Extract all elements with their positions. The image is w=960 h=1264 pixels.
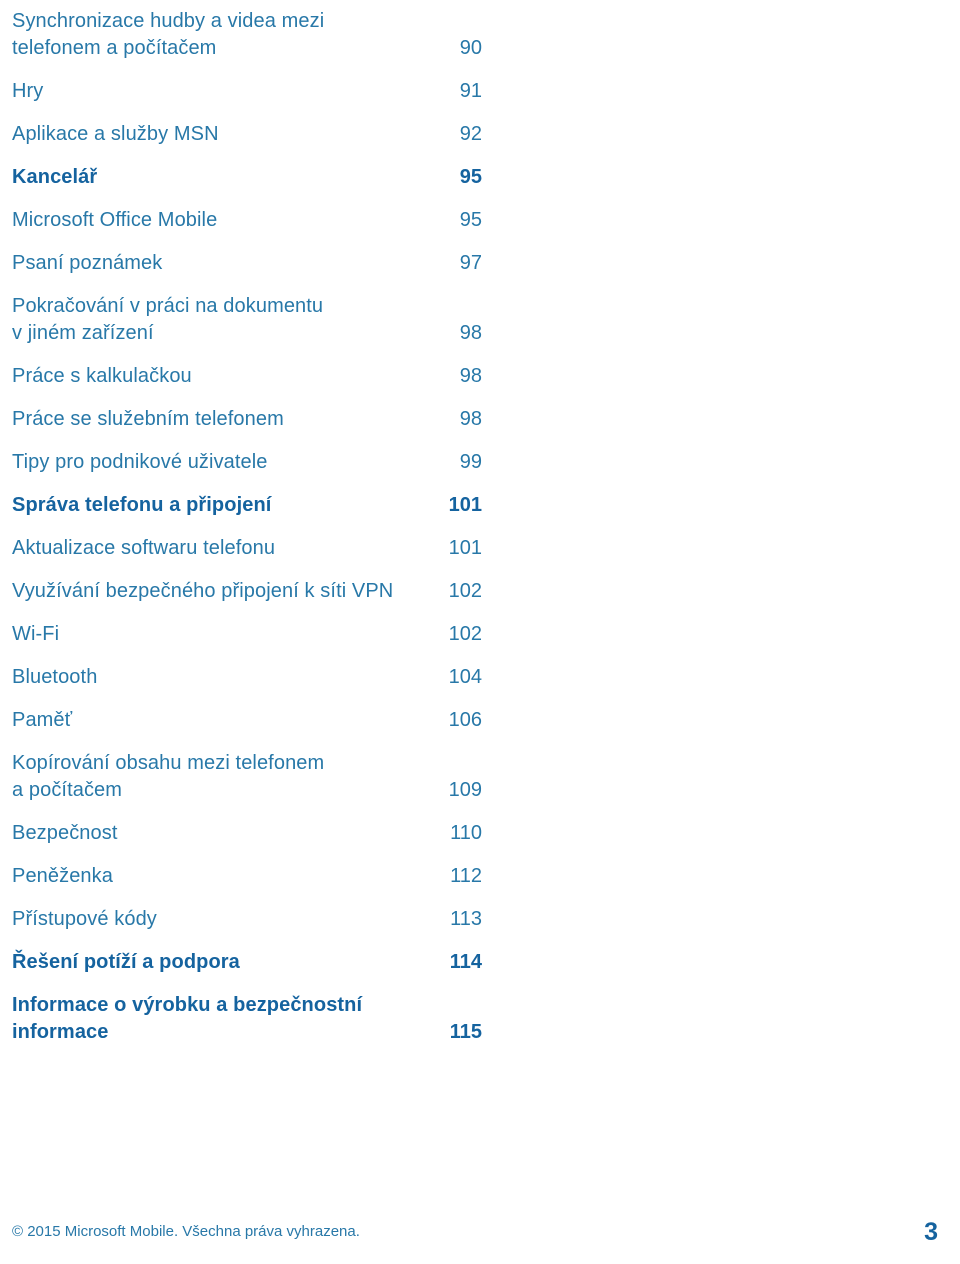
toc-entry-label: Aplikace a služby MSN: [12, 123, 219, 145]
toc-entry-page-number: 102: [448, 623, 482, 645]
toc-entry-label: Práce se služebním telefonem: [12, 408, 284, 430]
toc-entry-label: Kancelář: [12, 166, 98, 188]
page-number: 3: [924, 1218, 938, 1246]
toc-entry-page-number: 115: [449, 1021, 482, 1043]
toc-entry-page-number: 90: [459, 37, 482, 59]
copyright-notice: © 2015 Microsoft Mobile. Všechna práva v…: [12, 1223, 360, 1240]
toc-entry-page-number: 98: [459, 322, 482, 344]
toc-section-heading[interactable]: Kancelář 95: [12, 164, 482, 191]
toc-section-heading[interactable]: Řešení potíží a podpora 114: [12, 949, 482, 976]
toc-entry-page-number: 92: [459, 123, 482, 145]
toc-entry-label: Tipy pro podnikové uživatele: [12, 451, 268, 473]
toc-entry[interactable]: Microsoft Office Mobile 95: [12, 207, 482, 234]
toc-entry-label: Peněženka: [12, 865, 113, 887]
toc-entry-page-number: 106: [448, 709, 482, 731]
toc-entry-label: Bluetooth: [12, 666, 98, 688]
toc-entry-label: Informace o výrobku a bezpečnostní infor…: [12, 994, 363, 1043]
toc-entry-page-number: 112: [450, 865, 482, 887]
toc-entry-label: Využívání bezpečného připojení k síti VP…: [12, 580, 394, 602]
toc-entry-label: Wi-Fi: [12, 623, 60, 645]
toc-entry-label: Přístupové kódy: [12, 908, 157, 930]
toc-entry-label: Správa telefonu a připojení: [12, 494, 272, 516]
toc-entry[interactable]: Pokračování v práci na dokumentu v jiném…: [12, 293, 482, 347]
toc-entry-page-number: 102: [448, 580, 482, 602]
toc-entry[interactable]: Synchronizace hudby a videa mezi telefon…: [12, 8, 482, 62]
toc-entry-label: Synchronizace hudby a videa mezi telefon…: [12, 10, 325, 59]
page-footer: © 2015 Microsoft Mobile. Všechna práva v…: [12, 1212, 948, 1246]
toc-entry-page-number: 104: [448, 666, 482, 688]
toc-entry-label: Microsoft Office Mobile: [12, 209, 218, 231]
toc-entry-page-number: 114: [449, 951, 482, 973]
toc-entry-label: Práce s kalkulačkou: [12, 365, 192, 387]
toc-entry-page-number: 98: [459, 408, 482, 430]
toc-entry[interactable]: Práce se služebním telefonem 98: [12, 406, 482, 433]
toc-entry-page-number: 101: [448, 537, 482, 559]
table-of-contents: Synchronizace hudby a videa mezi telefon…: [12, 8, 482, 1062]
toc-entry-page-number: 99: [459, 451, 482, 473]
toc-section-heading[interactable]: Informace o výrobku a bezpečnostní infor…: [12, 992, 482, 1046]
toc-entry[interactable]: Aplikace a služby MSN 92: [12, 121, 482, 148]
toc-entry-page-number: 95: [459, 209, 482, 231]
toc-entry-label: Bezpečnost: [12, 822, 118, 844]
toc-entry-label: Řešení potíží a podpora: [12, 951, 240, 973]
toc-entry[interactable]: Přístupové kódy 113: [12, 906, 482, 933]
toc-entry-page-number: 109: [448, 779, 482, 801]
toc-entry-label: Paměť: [12, 709, 73, 731]
toc-entry[interactable]: Paměť 106: [12, 707, 482, 734]
toc-entry[interactable]: Využívání bezpečného připojení k síti VP…: [12, 578, 482, 605]
toc-entry-label: Aktualizace softwaru telefonu: [12, 537, 276, 559]
toc-entry-page-number: 91: [459, 80, 482, 102]
toc-entry-label: Psaní poznámek: [12, 252, 163, 274]
toc-entry[interactable]: Bluetooth 104: [12, 664, 482, 691]
toc-entry-label: Hry: [12, 80, 44, 102]
toc-entry[interactable]: Psaní poznámek 97: [12, 250, 482, 277]
toc-entry-page-number: 98: [459, 365, 482, 387]
toc-entry[interactable]: Tipy pro podnikové uživatele 99: [12, 449, 482, 476]
toc-entry[interactable]: Bezpečnost 110: [12, 820, 482, 847]
toc-entry-page-number: 110: [450, 822, 482, 844]
toc-entry-label: Kopírování obsahu mezi telefonem a počít…: [12, 752, 325, 801]
toc-entry[interactable]: Wi-Fi 102: [12, 621, 482, 648]
toc-entry-label: Pokračování v práci na dokumentu v jiném…: [12, 295, 324, 344]
toc-section-heading[interactable]: Správa telefonu a připojení 101: [12, 492, 482, 519]
toc-entry[interactable]: Peněženka 112: [12, 863, 482, 890]
toc-entry-page-number: 113: [450, 908, 482, 930]
toc-entry[interactable]: Aktualizace softwaru telefonu 101: [12, 535, 482, 562]
toc-entry[interactable]: Kopírování obsahu mezi telefonem a počít…: [12, 750, 482, 804]
toc-entry-page-number: 101: [448, 494, 482, 516]
toc-entry-page-number: 95: [459, 166, 482, 188]
toc-entry[interactable]: Hry 91: [12, 78, 482, 105]
toc-entry-page-number: 97: [459, 252, 482, 274]
toc-entry[interactable]: Práce s kalkulačkou 98: [12, 363, 482, 390]
